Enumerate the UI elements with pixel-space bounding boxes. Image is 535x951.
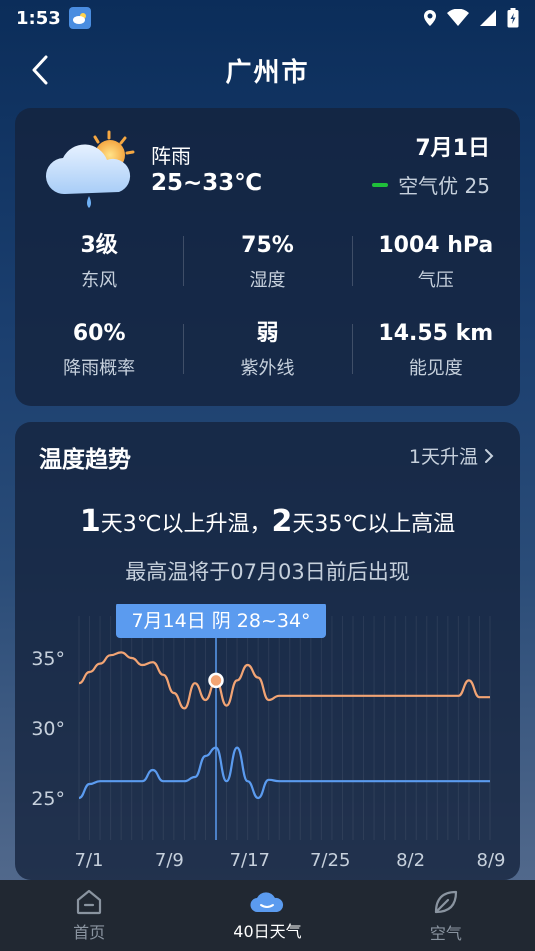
x-tick-label: 8/9 [477,850,506,871]
trend-link-label: 1天升温 [408,446,478,468]
tab-label: 40日天气 [233,921,302,941]
tab-40-day-weather[interactable]: 40日天气 [178,880,356,951]
aqi-indicator [372,182,389,187]
stat-label: 降雨概率 [63,358,136,379]
shower-weather-icon [45,130,135,208]
stat-label: 能见度 [408,358,463,379]
hot-days-count: 2 [271,504,293,539]
status-icons [423,8,519,28]
stat-value: 75% [241,233,294,258]
trend-title: 温度趋势 [39,447,131,473]
stat-value: 14.55 km [378,321,494,346]
weather-stats: 3级 东风 75% 湿度 1004 hPa 气压 60% 降雨概率 弱 紫外线 [15,226,520,402]
warming-text: 天3℃以上升温， [100,512,272,537]
y-tick-label: 25° [31,788,65,810]
stat-humidity: 75% 湿度 [183,226,351,314]
bottom-tab-bar: 首页 40日天气 空气 [0,880,535,951]
temperature-chart[interactable]: 35° 30° 25° 7/1 7/9 7/17 7/25 8/2 8/9 7月14日 阴 28~… [15,602,520,874]
stat-label: 湿度 [249,270,286,291]
temperature-trend-card: 温度趋势 1天升温 1天3℃以上升温，2天35℃以上高温 最高温将于07月03日… [15,422,520,880]
stat-label: 紫外线 [240,358,295,379]
stat-value: 3级 [80,233,118,258]
x-tick-label: 7/17 [230,850,270,871]
status-bar: 1:53 [0,0,535,36]
stat-label: 气压 [417,270,454,291]
back-button[interactable] [24,54,56,86]
cloud-icon [250,891,284,912]
leaf-icon [434,890,457,913]
weather-notification-icon [68,7,91,29]
temperature-range: 25~33℃ [151,170,263,196]
stat-value: 1004 hPa [378,233,494,258]
highlight-marker [208,672,224,689]
x-tick-label: 7/25 [310,850,350,871]
tab-label: 空气 [429,923,462,943]
x-tick-label: 7/1 [75,850,104,871]
stat-value: 60% [72,321,126,346]
status-time: 1:53 [16,7,61,29]
y-tick-label: 35° [31,648,65,670]
low-temp-line [78,746,490,800]
tab-air[interactable]: 空气 [357,880,535,951]
chevron-left-icon [32,55,48,85]
trend-summary: 1天3℃以上升温，2天35℃以上高温 [15,504,520,539]
stat-visibility: 14.55 km 能见度 [351,314,520,402]
chevron-right-icon [485,448,494,463]
wifi-icon [447,9,469,26]
current-date: 7月1日 [415,136,490,161]
weather-condition: 阵雨 [151,144,191,168]
stat-uv: 弱 紫外线 [183,314,351,402]
temperature-chart-svg[interactable]: 35° 30° 25° 7/1 7/9 7/17 7/25 8/2 8/9 7月14日 阴 28~… [15,602,520,874]
signal-icon [480,10,496,26]
battery-icon [507,8,519,28]
air-quality-label: 空气优 25 [398,174,490,198]
home-icon [77,889,102,914]
location-icon [424,10,436,26]
trend-subline: 最高温将于07月03日前后出现 [125,560,410,584]
stat-value: 弱 [256,321,279,346]
tab-label: 首页 [73,922,106,942]
tab-home[interactable]: 首页 [0,880,178,951]
high-temp-line [78,651,490,710]
chart-tooltip-text: 7月14日 阴 28~34° [131,610,310,632]
hot-days-text: 天35℃以上高温 [292,512,456,537]
stat-wind: 3级 东风 [15,226,183,314]
stat-pressure: 1004 hPa 气压 [351,226,520,314]
page-title: 广州市 [225,57,310,88]
y-tick-label: 30° [31,718,65,740]
x-tick-label: 7/9 [155,850,184,871]
trend-detail-link[interactable]: 1天升温 [409,442,494,469]
warming-days-count: 1 [79,504,101,539]
today-weather-card: 阵雨 25~33℃ 7月1日 空气优 25 3级 东风 75% 湿度 1004 … [15,108,520,406]
stat-label: 东风 [81,270,118,291]
stat-rain-probability: 60% 降雨概率 [15,314,183,402]
x-tick-label: 8/2 [396,850,425,871]
header: 广州市 [0,40,535,100]
air-quality: 空气优 25 [372,170,490,199]
